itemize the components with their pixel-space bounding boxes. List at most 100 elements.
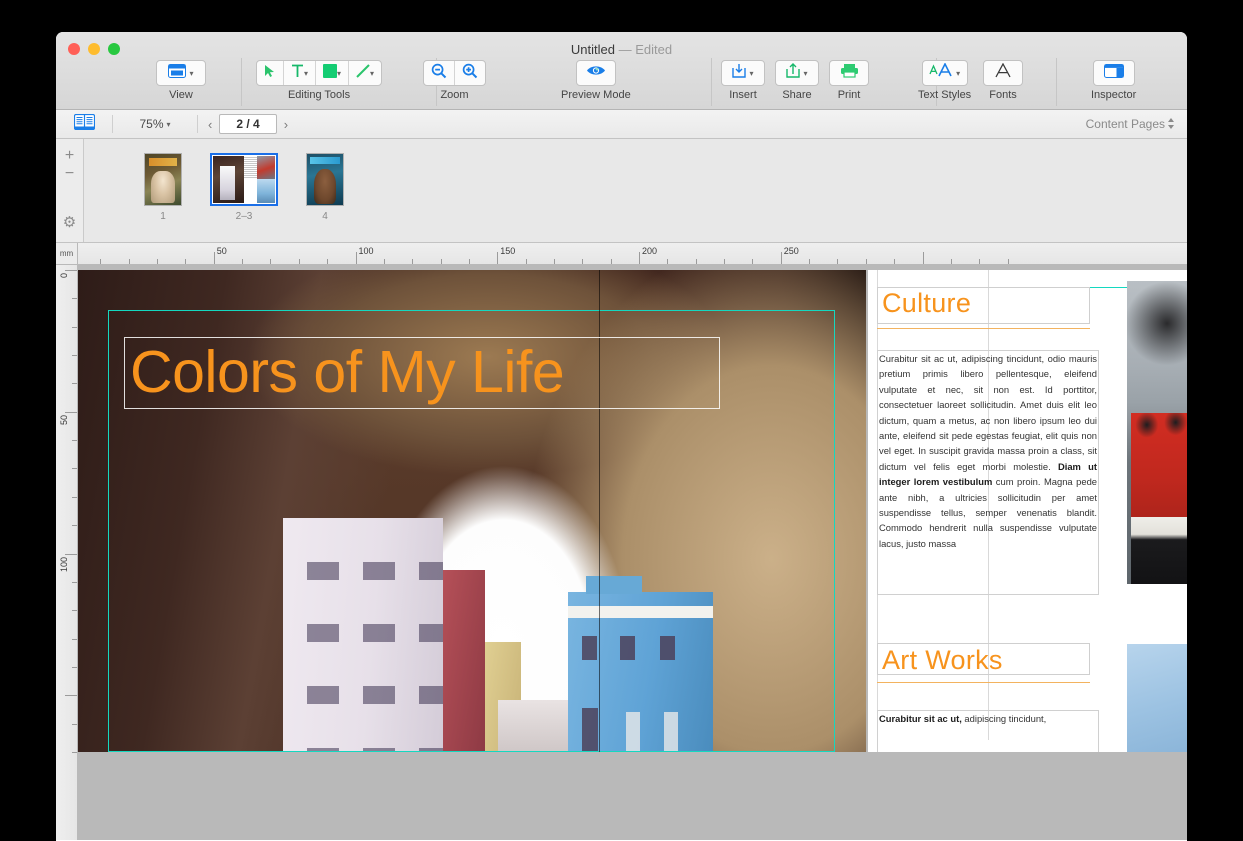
ruler-tick — [100, 259, 102, 264]
ruler-tick — [157, 259, 159, 264]
ruler-tick — [72, 751, 77, 753]
print-button[interactable] — [829, 60, 869, 86]
previous-page-button[interactable]: ‹ — [208, 117, 212, 132]
ruler-tick — [639, 252, 640, 264]
vertical-ruler[interactable]: 0 50 100 — [56, 265, 78, 840]
print-label: Print — [837, 89, 861, 101]
horizontal-ruler[interactable]: 50 100 150 200 250 — [78, 243, 1187, 264]
preview-mode-label: Preview Mode — [561, 89, 631, 101]
ruler-label: 200 — [642, 246, 658, 256]
ruler-tick — [865, 259, 867, 264]
plus-icon[interactable]: + — [65, 147, 74, 165]
toolbar-group-inspector: Inspector — [1091, 60, 1136, 101]
artworks-body-bold: Curabitur sit ac ut, — [879, 713, 962, 724]
artworks-body-tail: adipiscing tincidunt, — [961, 713, 1047, 724]
zoom-out-button[interactable] — [424, 61, 455, 85]
fonts-button[interactable] — [983, 60, 1023, 86]
zoom-segment — [423, 60, 486, 86]
text-styles-button[interactable]: ▾ — [921, 60, 968, 86]
ruler-tick — [72, 496, 77, 498]
page-spread-icon — [73, 113, 95, 135]
toolbar-divider — [711, 58, 712, 106]
page-thumb-4[interactable] — [306, 153, 344, 206]
toolbar-divider — [1056, 58, 1057, 106]
page-thumb-1-wrapper: 1 — [144, 153, 182, 222]
share-button[interactable]: ▾ — [775, 60, 819, 86]
ruler-label: 100 — [59, 556, 69, 572]
insert-button[interactable]: ▾ — [721, 60, 765, 86]
chevron-down-icon: ▾ — [803, 68, 808, 78]
page-thumb-1[interactable] — [144, 153, 182, 206]
shape-tool-button[interactable]: ▾ — [316, 61, 350, 85]
diagonal-line-icon — [356, 63, 370, 83]
share-label: Share — [782, 89, 812, 101]
minus-icon[interactable]: − — [65, 165, 74, 183]
ruler-tick — [1007, 259, 1009, 264]
ruler-label: 250 — [783, 246, 799, 256]
AA-icon — [929, 62, 953, 83]
ruler-tick — [412, 259, 414, 264]
text-styles-label: Text Styles — [918, 89, 972, 101]
document-name: Untitled — [570, 42, 615, 57]
zoom-level-value: 75% — [139, 117, 164, 131]
white-building — [283, 518, 443, 752]
document-canvas[interactable]: 0 50 100 Colors of My Life Culture Curab… — [56, 265, 1187, 840]
culture-body-part1: Curabitur sit ac ut, adipiscing tincidun… — [879, 353, 1097, 472]
page-indicator-field[interactable]: 2 / 4 — [219, 114, 277, 134]
ruler-tick — [72, 326, 77, 328]
page-thumb-4-preview — [307, 154, 343, 205]
ruler-tick — [780, 252, 782, 264]
printer-icon — [840, 63, 859, 83]
culture-heading[interactable]: Culture — [882, 288, 971, 319]
ruler-label: 50 — [216, 246, 227, 256]
application-window: Untitled — Edited ▾ View ▾ ▾ ▾ Editing T… — [56, 32, 1187, 841]
ruler-tick — [894, 259, 896, 264]
ruler-unit-label[interactable]: mm — [56, 243, 78, 264]
chevron-down-icon: ▾ — [166, 119, 171, 129]
text-T-icon — [291, 64, 304, 83]
ruler-tick — [837, 259, 839, 264]
ruler-tick — [72, 298, 77, 300]
next-page-button[interactable]: › — [284, 117, 288, 132]
page-thumb-2-3[interactable] — [210, 153, 278, 206]
thumbnail-list: 1 2–3 4 — [84, 139, 1187, 242]
ruler-tick — [65, 695, 77, 697]
ruler-tick — [72, 383, 77, 385]
pages-toggle-button[interactable] — [56, 113, 112, 135]
line-tool-button[interactable]: ▾ — [349, 61, 381, 85]
ruler-label: 150 — [500, 246, 516, 256]
zoom-in-button[interactable] — [455, 61, 485, 85]
culture-body-text[interactable]: Curabitur sit ac ut, adipiscing tincidun… — [877, 350, 1099, 595]
red-building — [443, 570, 485, 752]
content-pages-selector[interactable]: Content Pages — [1086, 117, 1175, 131]
toolbar-group-preview-mode: Preview Mode — [561, 60, 631, 101]
artworks-heading-rule — [877, 682, 1090, 683]
preview-mode-button[interactable] — [575, 60, 616, 86]
select-tool-button[interactable] — [257, 61, 284, 85]
content-pages-label: Content Pages — [1085, 117, 1165, 131]
guards-photo[interactable] — [1127, 281, 1187, 584]
inspector-button[interactable] — [1092, 60, 1135, 86]
document-page-right[interactable]: Culture Curabitur sit ac ut, adipiscing … — [868, 270, 1187, 752]
ruler-tick — [72, 723, 77, 725]
artworks-heading[interactable]: Art Works — [882, 645, 1003, 676]
zoom-level-control[interactable]: 75% ▾ — [139, 117, 170, 131]
ruler-tick — [65, 270, 77, 271]
page-title-text[interactable]: Colors of My Life — [130, 336, 730, 408]
page-thumb-1-preview — [145, 154, 181, 205]
zoom-label: Zoom — [440, 89, 469, 101]
sky-photo[interactable] — [1127, 644, 1187, 752]
document-page-left[interactable]: Colors of My Life — [78, 270, 866, 752]
ruler-tick — [667, 259, 669, 264]
ruler-tick — [440, 259, 442, 264]
canvas-viewport[interactable]: Colors of My Life Culture Curabitur sit … — [78, 265, 1187, 840]
page-thumb-2-3-label: 2–3 — [235, 211, 253, 222]
text-tool-button[interactable]: ▾ — [284, 61, 317, 85]
artworks-body-text[interactable]: Curabitur sit ac ut, adipiscing tincidun… — [877, 710, 1099, 752]
toolbar-group-share: ▾ Share — [775, 60, 819, 101]
magnifier-minus-icon — [431, 63, 447, 84]
ruler-tick — [72, 610, 77, 612]
ruler-tick — [922, 252, 924, 264]
view-button[interactable]: ▾ — [156, 60, 206, 86]
gear-icon[interactable]: ⚙ — [63, 214, 76, 232]
